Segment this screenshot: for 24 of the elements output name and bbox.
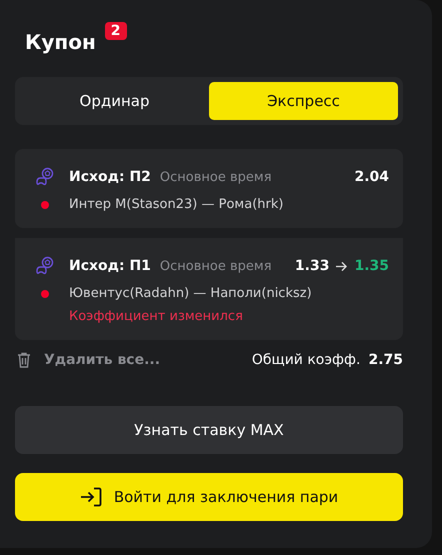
- arrow-right-icon: [335, 260, 348, 272]
- outcome-label: Исход: П2: [69, 169, 151, 185]
- outcome-label: Исход: П1: [69, 258, 151, 274]
- coupon-title: Купон: [25, 30, 96, 54]
- login-button[interactable]: Войти для заключения пари: [15, 473, 403, 521]
- delete-all-link[interactable]: Удалить все...: [44, 352, 160, 368]
- period-label: Основное время: [160, 170, 272, 184]
- trash-icon[interactable]: [17, 352, 31, 368]
- previous-odds: 1.33: [294, 258, 330, 274]
- total-odds-label: Общий коэфф.: [252, 352, 360, 368]
- login-icon: [80, 487, 102, 507]
- tab[interactable]: Экспресс: [209, 82, 398, 120]
- period-label: Основное время: [160, 258, 272, 274]
- tab[interactable]: Ординар: [20, 82, 209, 120]
- odds-changed-warning: Коэффициент изменился: [68, 309, 244, 324]
- odds-value: 2.04: [354, 169, 389, 185]
- match-name: Интер М(Stason23) — Рома(hrk): [69, 197, 284, 212]
- max-bet-button[interactable]: Узнать ставку MAX: [15, 406, 403, 454]
- count-badge: 2: [104, 22, 127, 40]
- gamepad-ball-icon: [35, 256, 55, 276]
- total-odds-value: 2.75: [368, 352, 403, 368]
- match-name: Ювентус(Radahn) — Наполи(nicksz): [69, 286, 312, 301]
- gamepad-ball-icon: [35, 167, 55, 187]
- new-odds: 1.35: [354, 258, 389, 274]
